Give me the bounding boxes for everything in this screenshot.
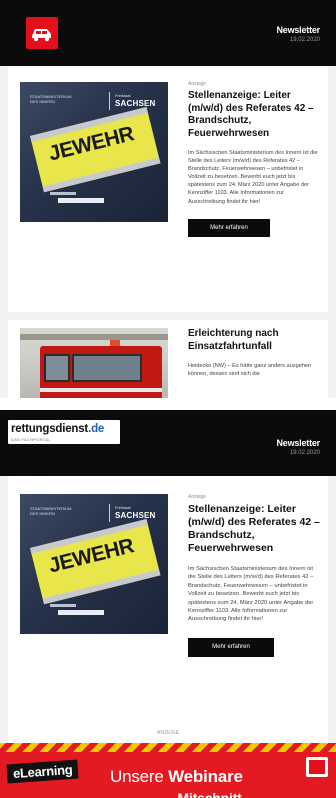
patch-text: JEWEHR [46, 122, 137, 166]
ad-label: ANZEIGE [157, 730, 179, 736]
ministry-line-2: DES INNERN [30, 99, 55, 104]
jacket-patch: JEWEHR [30, 106, 161, 193]
red-car-logo-icon[interactable] [26, 17, 58, 49]
job-ad-image-2[interactable]: STAATSMINISTERIUM DES INNERN Freistaat S… [20, 494, 168, 634]
newsletter-view-primary: Newsletter 19.02.2020 STAATSMINISTERIUM … [0, 0, 336, 398]
saxony-logo-2: Freistaat SACHSEN [109, 504, 162, 522]
article-card-2: Erleichterung nach Einsatzfahrtunfall He… [8, 320, 328, 398]
ministry-label: STAATSMINISTERIUM DES INNERN [30, 94, 71, 104]
article-card: STAATSMINISTERIUM DES INNERN Freistaat S… [8, 66, 328, 312]
read-more-button[interactable]: Mehr erfahren [188, 218, 270, 237]
article-text-3: Anzeige Stellenanzeige: Leiter (m/w/d) d… [188, 494, 320, 657]
saxony-logo-large-2: SACHSEN [115, 511, 156, 520]
article-title-2[interactable]: Erleichterung nach Einsatzfahrtunfall [188, 328, 320, 353]
saxony-logo-small: Freistaat [115, 93, 131, 98]
logo-tagline: DAS FACHPORTAL [11, 437, 51, 442]
logo-tld: .de [88, 423, 105, 435]
newsletter-date-2: 19.02.2020 [289, 450, 320, 456]
truck-windshield [72, 354, 142, 382]
fire-truck-image[interactable] [20, 328, 168, 398]
logo-wordmark: rettungsdienst.de [11, 423, 104, 435]
article-title-3[interactable]: Stellenanzeige: Leiter (m/w/d) des Refer… [188, 503, 320, 555]
newsletter-title: Newsletter [276, 25, 320, 35]
elearning-tag: eLearning [6, 759, 80, 784]
article-text: Anzeige Stellenanzeige: Leiter (m/w/d) d… [188, 81, 320, 237]
banner-headline-pre: Unsere [110, 767, 169, 786]
article-text-2: Erleichterung nach Einsatzfahrtunfall He… [188, 328, 320, 378]
ad-footer: ANZEIGE eLearning Unsere Webinare … Mits… [0, 726, 336, 798]
jacket-badge-small-2 [50, 604, 76, 607]
saxony-logo-large: SACHSEN [115, 99, 156, 108]
jacket-badge-2 [58, 610, 104, 615]
ad-kicker-2: Anzeige [188, 494, 207, 500]
banner-hazard-stripe [0, 743, 336, 752]
ad-kicker: Anzeige [188, 81, 207, 87]
mini-logo-fill [309, 760, 325, 774]
article-title[interactable]: Stellenanzeige: Leiter (m/w/d) des Refer… [188, 90, 320, 140]
ministry-label-2: STAATSMINISTERIUM DES INNERN [30, 506, 71, 516]
newsletter-header-2: rettungsdienst.de DAS FACHPORTAL Newslet… [0, 410, 336, 476]
newsletter-date: 19.02.2020 [289, 37, 320, 43]
jacket-badge-small [50, 192, 76, 195]
read-more-button-2[interactable]: Mehr erfahren [188, 637, 274, 657]
newsletter-title-2: Newsletter [276, 438, 320, 448]
jacket-badge [58, 198, 104, 203]
article-body: Im Sächsischen Staatsministerium des Inn… [188, 150, 318, 205]
newsletter-header: Newsletter 19.02.2020 [0, 0, 336, 66]
truck-rack [20, 334, 168, 340]
article-body-2: Heidecke (NW) – Es hätte ganz anders aus… [188, 363, 312, 378]
jacket-patch-2: JEWEHR [30, 518, 161, 605]
banner-headline-bold: Webinare [168, 767, 243, 786]
red-car-logo-icon-small [306, 757, 328, 777]
rettungsdienst-logo[interactable]: rettungsdienst.de DAS FACHPORTAL [8, 420, 120, 444]
elearning-banner[interactable]: eLearning Unsere Webinare … Mitschnitt … [0, 743, 336, 798]
ministry-line-2b: DES INNERN [30, 511, 55, 516]
banner-headline: Unsere Webinare [110, 767, 243, 787]
truck-stripe [40, 388, 162, 392]
banner-subline: … Mitschnitt … [160, 790, 260, 798]
patch-text-2: JEWEHR [46, 534, 137, 578]
article-card-3: STAATSMINISTERIUM DES INNERN Freistaat S… [8, 476, 328, 726]
saxony-logo-small-2: Freistaat [115, 505, 131, 510]
article-body-3: Im Sächsischen Staatsministerium des Inn… [188, 566, 314, 623]
job-ad-image[interactable]: STAATSMINISTERIUM DES INNERN Freistaat S… [20, 82, 168, 222]
truck-side-window [44, 354, 70, 382]
saxony-logo: Freistaat SACHSEN [109, 92, 162, 110]
newsletter-view-secondary: rettungsdienst.de DAS FACHPORTAL Newslet… [0, 410, 336, 798]
logo-text: rettungsdienst [11, 423, 89, 435]
